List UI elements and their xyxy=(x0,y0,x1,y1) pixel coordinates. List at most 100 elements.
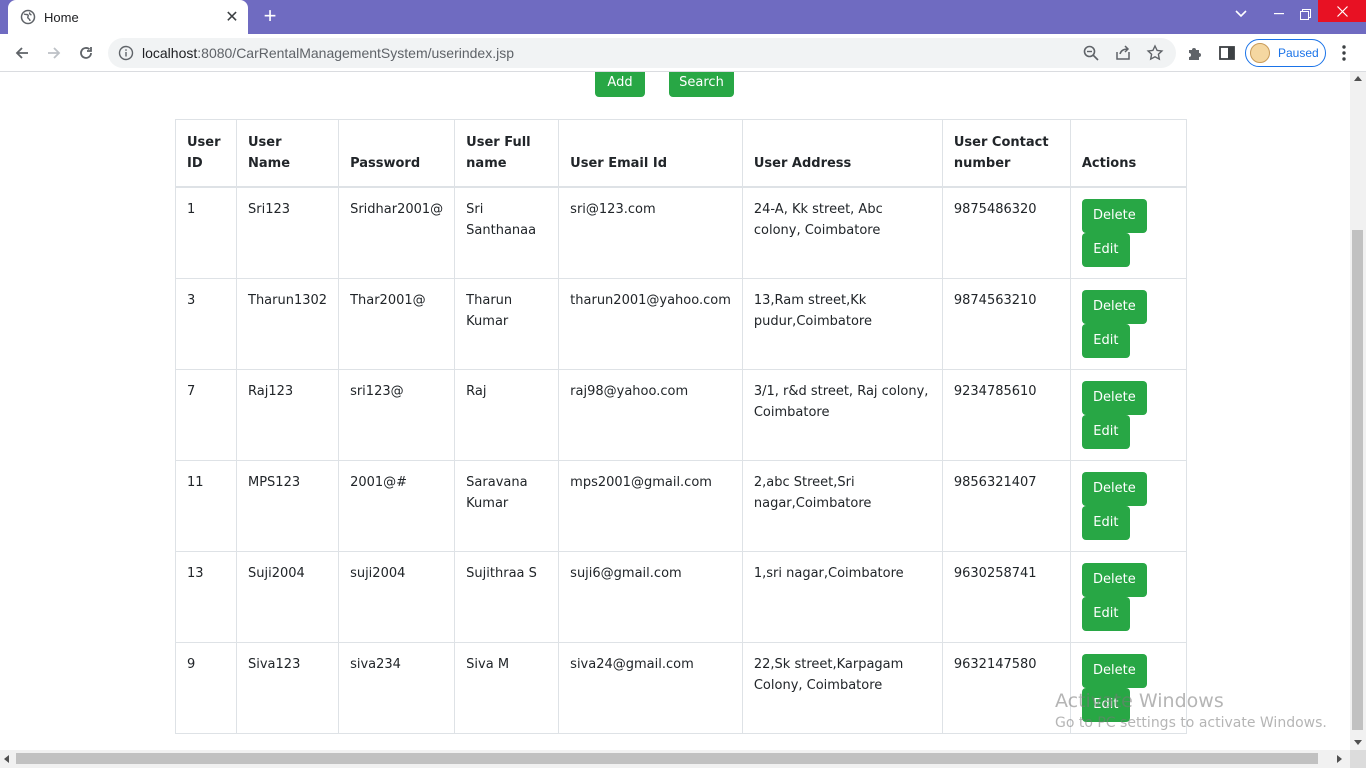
profile-paused-button[interactable]: Paused xyxy=(1245,39,1326,67)
extensions-puzzle-icon[interactable] xyxy=(1186,44,1204,62)
zoom-icon[interactable] xyxy=(1082,44,1100,62)
cell-email: tharun2001@yahoo.com xyxy=(558,277,743,370)
cell-user-name: Siva123 xyxy=(235,641,340,734)
cell-user-name: MPS123 xyxy=(235,459,340,552)
cell-contact: 9856321407 xyxy=(941,459,1071,552)
cell-user-id: 9 xyxy=(175,641,237,734)
table-row: 13 Suji2004 suji2004 Sujithraa S suji6@g… xyxy=(175,550,1187,643)
table-row: 11 MPS123 2001@# Saravana Kumar mps2001@… xyxy=(175,459,1187,552)
delete-button[interactable]: Delete xyxy=(1081,198,1147,233)
scroll-left-icon[interactable] xyxy=(4,755,9,763)
cell-email: siva24@gmail.com xyxy=(558,641,743,734)
table-row: 3 Tharun1302 Thar2001@ Tharun Kumar thar… xyxy=(175,277,1187,370)
share-icon[interactable] xyxy=(1114,44,1132,62)
cell-user-name: Raj123 xyxy=(235,368,340,461)
scroll-up-icon[interactable] xyxy=(1354,76,1362,81)
horizontal-scrollbar[interactable] xyxy=(0,750,1350,768)
table-row: 9 Siva123 siva234 Siva M siva24@gmail.co… xyxy=(175,641,1187,734)
cell-user-id: 3 xyxy=(175,277,237,370)
cell-email: mps2001@gmail.com xyxy=(558,459,743,552)
browser-tab-home[interactable]: Home ✕ xyxy=(8,0,248,34)
cell-user-name: Sri123 xyxy=(235,186,340,279)
cell-address: 13,Ram street,Kk pudur,Coimbatore xyxy=(741,277,943,370)
url-text: localhost:8080/CarRentalManagementSystem… xyxy=(142,45,514,61)
cell-full-name: Raj xyxy=(454,368,560,461)
cell-user-name: Suji2004 xyxy=(235,550,340,643)
delete-button[interactable]: Delete xyxy=(1081,471,1147,506)
edit-button[interactable]: Edit xyxy=(1081,596,1130,631)
side-panel-icon[interactable] xyxy=(1218,44,1236,62)
cell-password: Sridhar2001@ xyxy=(338,186,456,279)
cell-address: 24-A, Kk street, Abc colony, Coimbatore xyxy=(741,186,943,279)
vertical-scroll-thumb[interactable] xyxy=(1352,230,1363,730)
cell-contact: 9630258741 xyxy=(941,550,1071,643)
chevron-down-icon[interactable] xyxy=(1228,0,1254,28)
table-header-row: User ID User Name Password User Full nam… xyxy=(175,119,1187,188)
cell-actions: Delete Edit xyxy=(1069,550,1187,643)
cell-user-id: 13 xyxy=(175,550,237,643)
column-header-actions: Actions xyxy=(1069,119,1187,188)
cell-password: Thar2001@ xyxy=(338,277,456,370)
column-header-full-name: User Full name xyxy=(454,119,560,188)
cell-address: 22,Sk street,Karpagam Colony, Coimbatore xyxy=(741,641,943,734)
add-button[interactable]: Add xyxy=(595,72,645,97)
vertical-scrollbar[interactable] xyxy=(1350,72,1366,750)
cell-user-id: 7 xyxy=(175,368,237,461)
cell-user-id: 1 xyxy=(175,186,237,279)
back-arrow-icon[interactable] xyxy=(8,39,36,67)
delete-button[interactable]: Delete xyxy=(1081,380,1147,415)
cell-address: 1,sri nagar,Coimbatore xyxy=(741,550,943,643)
restore-icon[interactable] xyxy=(1292,0,1318,28)
reload-icon[interactable] xyxy=(72,39,100,67)
close-icon[interactable]: ✕ xyxy=(222,7,242,27)
cell-user-id: 11 xyxy=(175,459,237,552)
column-header-contact: User Contact number xyxy=(941,119,1071,188)
minimize-icon[interactable] xyxy=(1266,0,1292,28)
cell-full-name: Sri Santhanaa xyxy=(454,186,560,279)
cell-password: sri123@ xyxy=(338,368,456,461)
search-button[interactable]: Search xyxy=(669,72,734,97)
cell-contact: 9874563210 xyxy=(941,277,1071,370)
scroll-down-icon[interactable] xyxy=(1354,740,1362,745)
delete-button[interactable]: Delete xyxy=(1081,289,1147,324)
horizontal-scroll-thumb[interactable] xyxy=(16,753,1318,764)
cell-email: sri@123.com xyxy=(558,186,743,279)
users-table: User ID User Name Password User Full nam… xyxy=(175,119,1187,734)
cell-actions: Delete Edit xyxy=(1069,277,1187,370)
cell-email: raj98@yahoo.com xyxy=(558,368,743,461)
cell-user-name: Tharun1302 xyxy=(235,277,340,370)
window-close-icon[interactable] xyxy=(1318,0,1366,22)
forward-arrow-icon[interactable] xyxy=(40,39,68,67)
table-row: 1 Sri123 Sridhar2001@ Sri Santhanaa sri@… xyxy=(175,186,1187,279)
avatar xyxy=(1250,43,1270,63)
column-header-email: User Email Id xyxy=(558,119,743,188)
address-bar[interactable]: localhost:8080/CarRentalManagementSystem… xyxy=(108,38,1176,68)
tab-title: Home xyxy=(44,9,79,25)
cell-address: 2,abc Street,Sri nagar,Coimbatore xyxy=(741,459,943,552)
new-tab-button[interactable]: + xyxy=(257,5,283,29)
edit-button[interactable]: Edit xyxy=(1081,323,1130,358)
cell-password: 2001@# xyxy=(338,459,456,552)
edit-button[interactable]: Edit xyxy=(1081,232,1130,267)
column-header-user-id: User ID xyxy=(175,119,237,188)
cell-email: suji6@gmail.com xyxy=(558,550,743,643)
browser-title-bar: Home ✕ + xyxy=(0,0,1366,34)
bookmark-star-icon[interactable] xyxy=(1146,44,1164,62)
edit-button[interactable]: Edit xyxy=(1081,505,1130,540)
column-header-user-name: User Name xyxy=(235,119,340,188)
scroll-right-icon[interactable] xyxy=(1337,755,1342,763)
table-row: 7 Raj123 sri123@ Raj raj98@yahoo.com 3/1… xyxy=(175,368,1187,461)
column-header-password: Password xyxy=(338,119,456,188)
info-icon[interactable] xyxy=(118,45,134,66)
cell-address: 3/1, r&d street, Raj colony, Coimbatore xyxy=(741,368,943,461)
edit-button[interactable]: Edit xyxy=(1081,414,1130,449)
cell-password: siva234 xyxy=(338,641,456,734)
delete-button[interactable]: Delete xyxy=(1081,562,1147,597)
cell-full-name: Siva M xyxy=(454,641,560,734)
more-menu-icon[interactable] xyxy=(1336,44,1352,62)
browser-toolbar: localhost:8080/CarRentalManagementSystem… xyxy=(0,34,1366,72)
column-header-address: User Address xyxy=(741,119,943,188)
delete-button[interactable]: Delete xyxy=(1081,653,1147,688)
cell-full-name: Saravana Kumar xyxy=(454,459,560,552)
globe-icon xyxy=(20,9,36,25)
